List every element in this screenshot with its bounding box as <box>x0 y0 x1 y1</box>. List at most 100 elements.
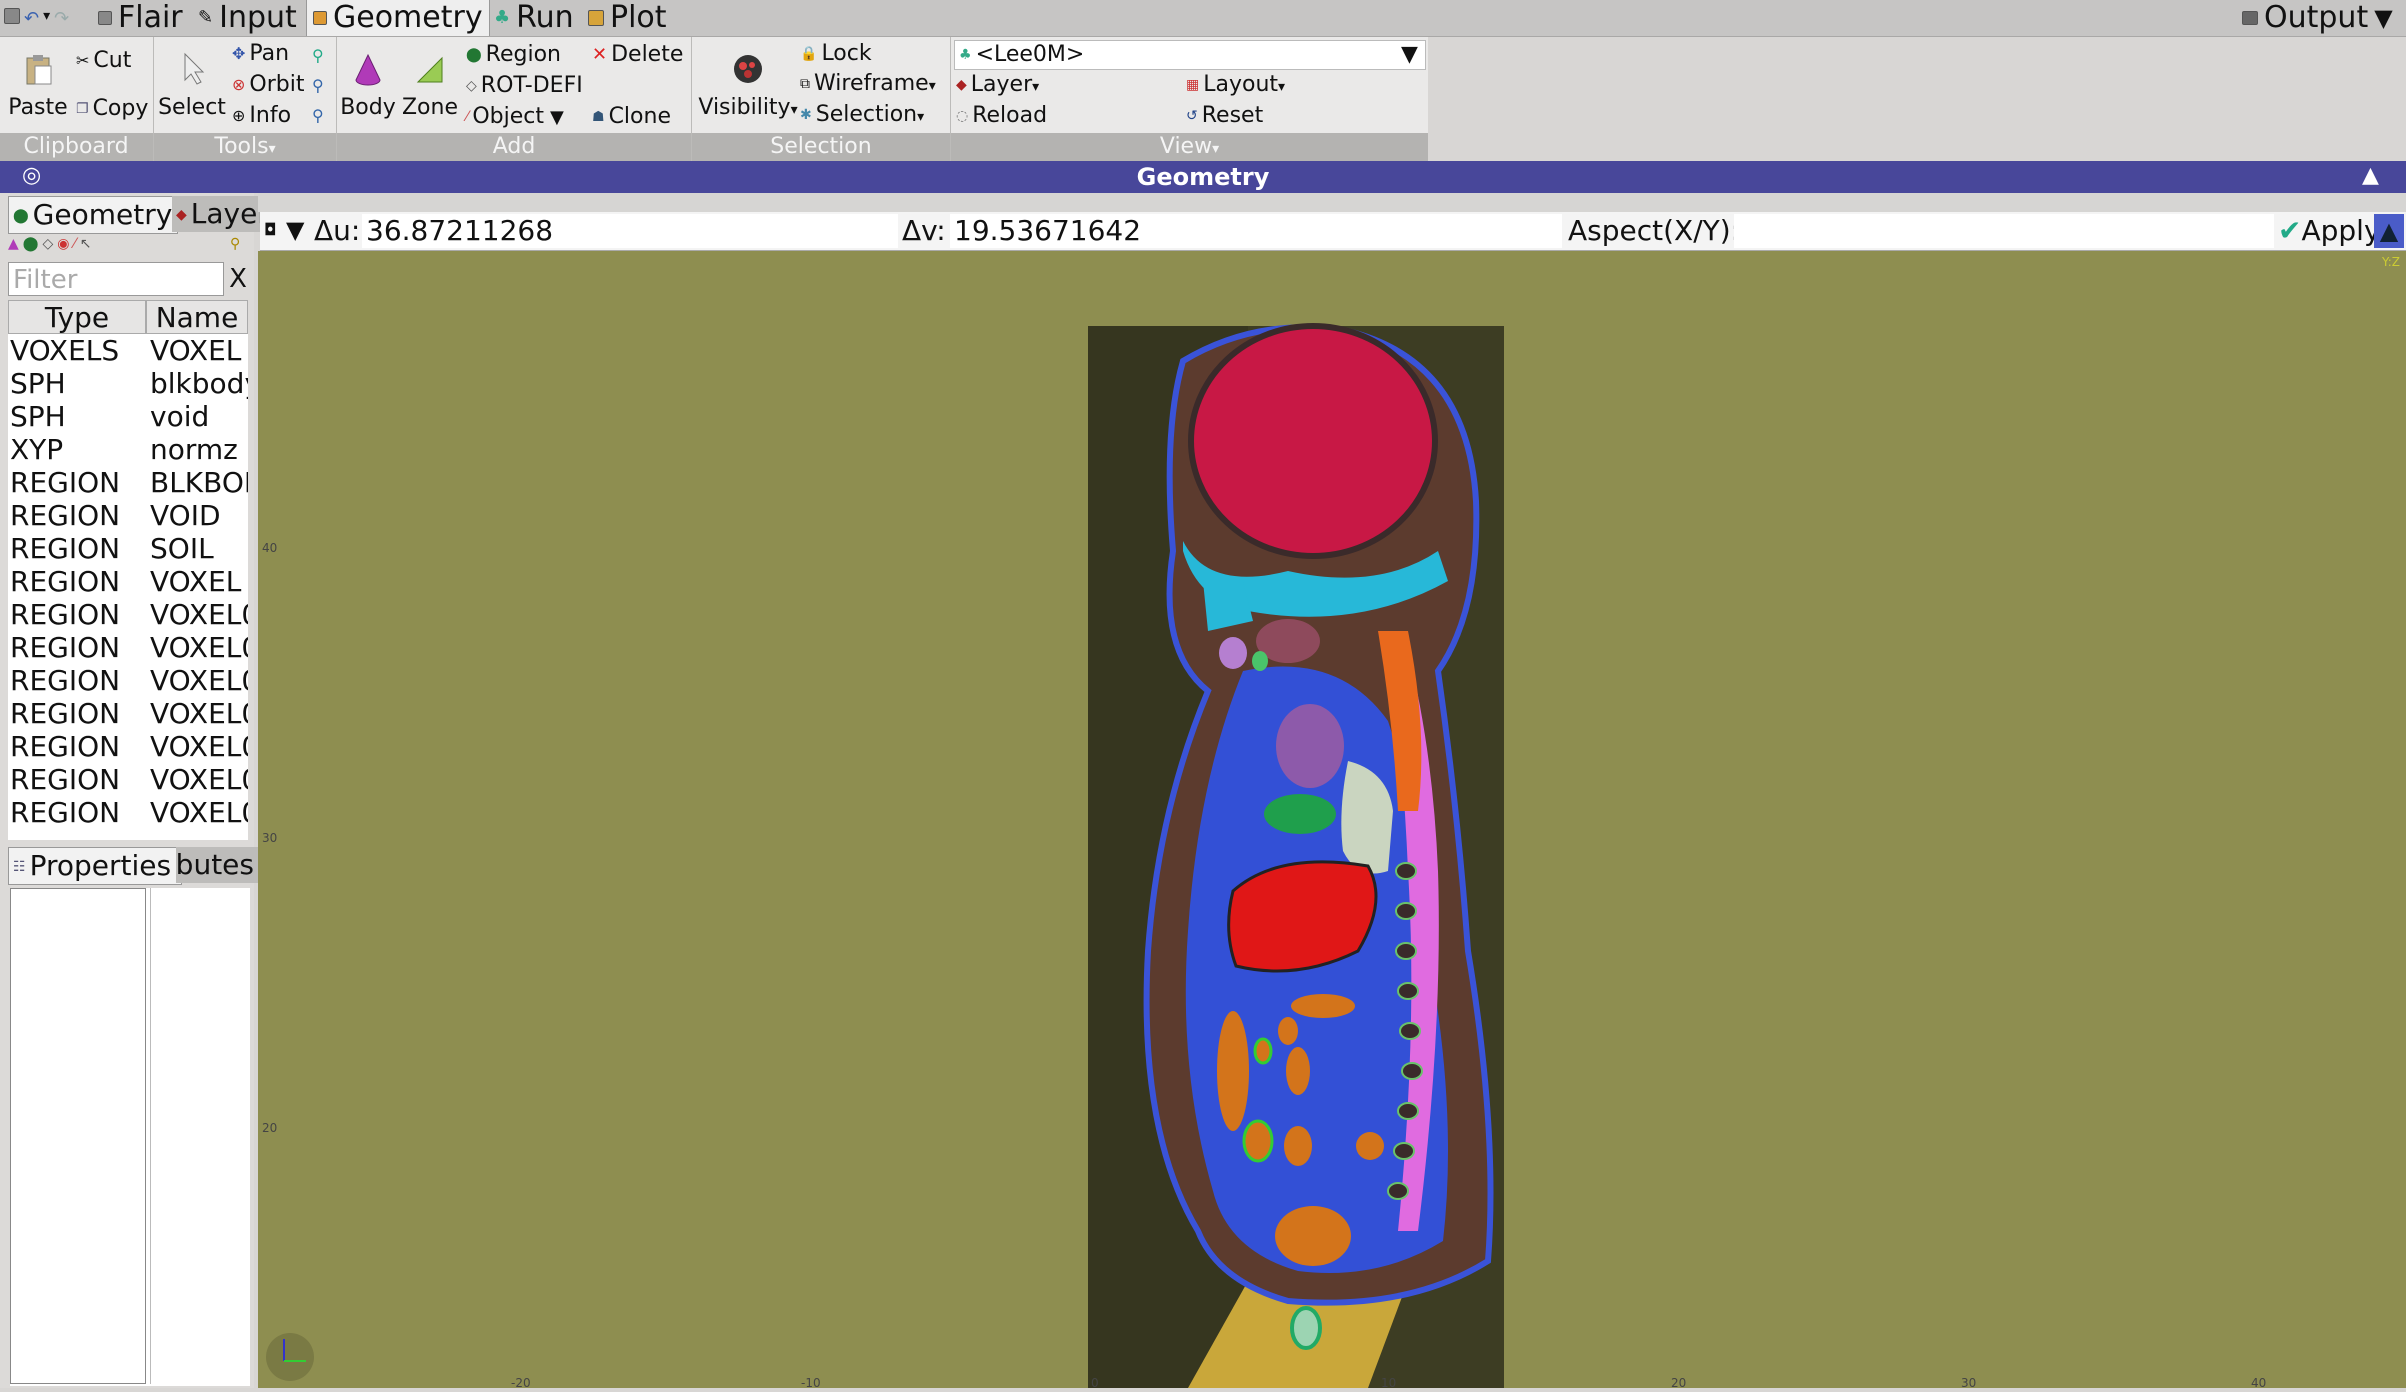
pan-button[interactable]: ✥ Pan <box>232 40 289 68</box>
cursor-filter-icon[interactable]: ↖ <box>80 236 92 252</box>
rotdefi-button[interactable]: ◇ ROT-DEFI <box>466 72 583 100</box>
axes-gizmo-icon[interactable] <box>264 1331 316 1383</box>
region-icon: ⬤ <box>466 47 482 63</box>
chevron-down-icon: ▼ <box>1401 42 1418 67</box>
table-row[interactable]: REGION VOXEL <box>8 565 248 598</box>
cut-button[interactable]: ✂ Cut <box>76 47 131 75</box>
table-row[interactable]: REGION VOXEL0 <box>8 730 248 763</box>
cell-name: VOXEL0 <box>150 730 248 763</box>
delete-button[interactable]: ✕ Delete <box>592 41 683 69</box>
zoom-fit-icon[interactable]: ⚲ <box>312 42 324 70</box>
layer-button[interactable]: ◆ Layer▾ <box>956 71 1039 101</box>
object-button[interactable]: ⁄ Object ▼ <box>466 103 564 132</box>
tab-layer[interactable]: ◆Layer <box>172 196 260 232</box>
table-row[interactable]: REGION VOXEL0 <box>8 697 248 730</box>
filter-clear-button[interactable]: X <box>228 262 248 296</box>
body-button[interactable]: Body <box>338 52 398 122</box>
orbit-label: Orbit <box>249 72 305 97</box>
zone-button[interactable]: Zone <box>400 52 460 122</box>
table-row[interactable]: SPH blkbody <box>8 367 248 400</box>
table-row[interactable]: REGION VOXEL0 <box>8 796 248 829</box>
reload-button[interactable]: ◌ Reload <box>956 102 1047 130</box>
view-group-label[interactable]: View▾ <box>951 133 1428 161</box>
table-row[interactable]: REGION SOIL <box>8 532 248 565</box>
apply-button[interactable]: ✔Apply <box>2278 212 2381 250</box>
clone-button[interactable]: ☗ Clone <box>592 103 671 131</box>
table-row[interactable]: SPH void <box>8 400 248 433</box>
layout-button[interactable]: ▦ Layout▾ <box>1186 71 1285 101</box>
aspect-input[interactable] <box>1734 214 2274 248</box>
aspect-label: Aspect(X/Y): <box>1568 214 1741 247</box>
wireframe-button[interactable]: ⧉ Wireframe▾ <box>800 70 936 100</box>
du-input[interactable]: 36.87211268 <box>362 214 898 248</box>
select-button[interactable]: Select <box>156 52 228 122</box>
info-button[interactable]: ⊕ Info <box>232 102 291 130</box>
pin-icon[interactable]: ⚲ <box>230 236 240 252</box>
wireframe-icon: ⧉ <box>800 76 810 92</box>
lattice-filter-icon[interactable]: ◉ <box>57 236 69 252</box>
selection-group-label: Selection <box>770 134 872 159</box>
visibility-label: Visibility <box>698 95 791 120</box>
paste-button[interactable]: Paste <box>4 52 72 122</box>
tab-run[interactable]: ♣ Run <box>488 0 580 36</box>
tab-properties[interactable]: ☷ Properties <box>8 847 182 885</box>
cell-type: REGION <box>10 598 121 631</box>
region-label: Region <box>485 42 561 67</box>
target-icon[interactable]: ◎ <box>22 163 41 188</box>
dv-input[interactable]: 19.53671642 <box>950 214 1562 248</box>
view-plane-label: Y:Z <box>2382 255 2400 269</box>
camera-icon[interactable]: ◘ <box>264 220 277 239</box>
tools-group-label[interactable]: Tools▾ <box>154 133 336 161</box>
rotation-filter-icon[interactable]: ◇ <box>42 236 53 252</box>
apply-label: Apply <box>2301 214 2381 247</box>
table-row[interactable]: REGION VOID <box>8 499 248 532</box>
table-row[interactable]: REGION BLKBODY <box>8 466 248 499</box>
table-row[interactable]: XYP normz <box>8 433 248 466</box>
tab-flair[interactable]: Flair <box>92 0 189 36</box>
selection-button[interactable]: ✱ Selection▾ <box>800 101 924 131</box>
view-select[interactable]: ♣ <Lee0M> ▼ <box>954 40 1426 70</box>
properties-value-column <box>150 888 251 1384</box>
visibility-button[interactable]: Visibility▾ <box>694 52 802 124</box>
table-row[interactable]: REGION VOXEL0 <box>8 664 248 697</box>
filter-input[interactable]: Filter <box>8 262 224 296</box>
output-menu[interactable]: Output ▼ <box>2236 0 2399 36</box>
delete-label: Delete <box>611 42 684 67</box>
table-row[interactable]: VOXELS VOXEL <box>8 334 248 367</box>
column-header-type[interactable]: Type <box>8 300 146 334</box>
reset-button[interactable]: ↺ Reset <box>1186 102 1263 130</box>
body-filter-icon[interactable]: ▲ <box>8 236 19 252</box>
dropdown-arrow-icon[interactable]: ▾ <box>43 8 50 29</box>
properties-panel[interactable] <box>10 888 250 1386</box>
zoom-out-icon[interactable]: ⚲ <box>312 102 324 130</box>
column-header-name[interactable]: Name <box>146 300 248 334</box>
object-filter-icon[interactable]: ⁄ <box>73 236 75 252</box>
lock-button[interactable]: 🔒 Lock <box>800 40 872 68</box>
table-row[interactable]: REGION VOXEL0 <box>8 631 248 664</box>
tab-attributes[interactable]: Attributes <box>176 847 258 883</box>
cell-type: REGION <box>10 499 121 532</box>
tab-input[interactable]: ✎ Input <box>192 0 303 36</box>
reset-icon: ↺ <box>1186 108 1198 124</box>
maximize-icon[interactable]: ▲ <box>2362 163 2379 188</box>
region-button[interactable]: ⬤ Region <box>466 41 561 69</box>
tab-geometry[interactable]: Geometry <box>306 0 490 36</box>
quick-access-toolbar: ↶ ▾ ↷ <box>4 8 69 29</box>
tab-plot[interactable]: Plot <box>582 0 673 36</box>
redo-icon[interactable]: ↷ <box>54 8 69 29</box>
save-icon[interactable] <box>4 8 20 24</box>
table-row[interactable]: REGION VOXEL0 <box>8 763 248 796</box>
layout-icon: ▦ <box>1186 77 1200 93</box>
geometry-viewport-canvas[interactable]: -20 -10 0 10 20 30 40 40 30 20 Y:Z <box>258 251 2406 1390</box>
zoom-in-icon[interactable]: ⚲ <box>312 72 324 100</box>
collapse-button[interactable]: ▲ <box>2374 214 2404 248</box>
undo-icon[interactable]: ↶ <box>24 8 39 29</box>
view-label: View <box>1159 134 1213 159</box>
orbit-button[interactable]: ⊗ Orbit <box>232 71 304 99</box>
copy-button[interactable]: ❐ Copy <box>76 95 148 123</box>
tab-geometry-list[interactable]: ⬤ Geometry <box>8 196 178 234</box>
info-icon: ⊕ <box>232 106 246 125</box>
table-row[interactable]: REGION VOXEL0 <box>8 598 248 631</box>
region-filter-icon[interactable]: ⬤ <box>23 236 39 252</box>
chevron-down-icon[interactable]: ▼ <box>286 216 304 244</box>
